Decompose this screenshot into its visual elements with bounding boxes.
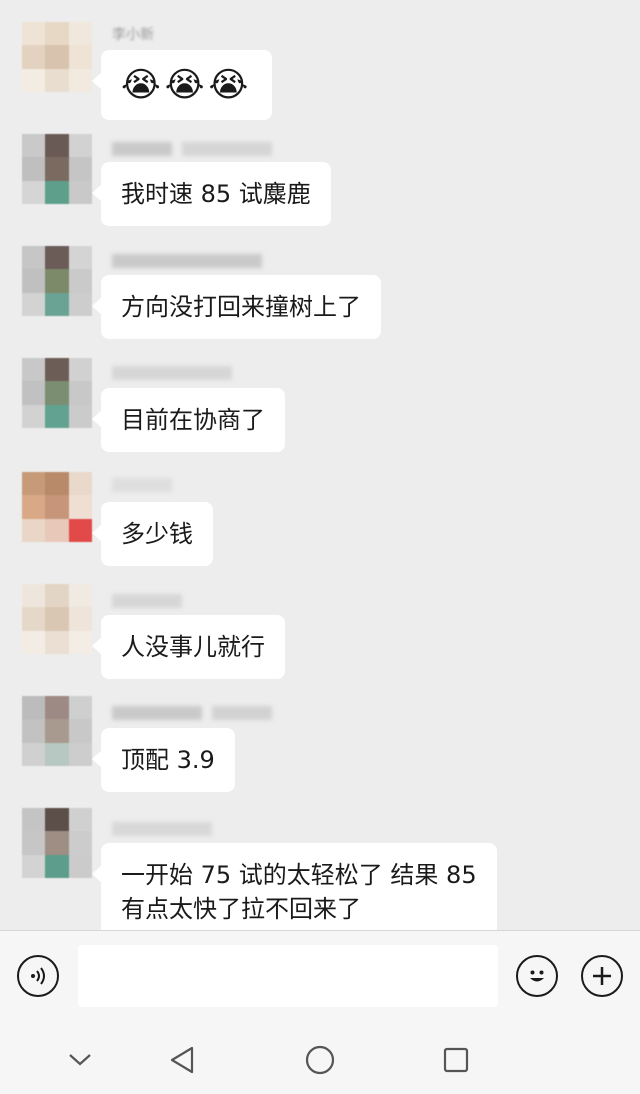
sender-name — [112, 138, 282, 160]
sender-name — [112, 362, 282, 384]
message-bubble[interactable]: 我时速 85 试麋鹿 — [92, 162, 331, 226]
message-input[interactable] — [78, 945, 498, 1007]
avatar[interactable] — [22, 246, 92, 316]
sender-name — [112, 818, 282, 840]
message-bubble[interactable]: 目前在协商了 — [92, 388, 285, 452]
message-bubble[interactable]: 😭😭😭 — [91, 50, 273, 120]
message-bubble[interactable]: 方向没打回来撞树上了 — [92, 275, 381, 339]
sender-name — [112, 702, 282, 724]
avatar[interactable] — [22, 22, 92, 92]
message-bubble[interactable]: 人没事儿就行 — [92, 615, 285, 679]
sender-name — [112, 590, 282, 612]
home-circle-icon[interactable] — [300, 1040, 340, 1080]
avatar[interactable] — [22, 696, 92, 766]
chat-message-list[interactable]: 李小新 😭😭😭 我时速 85 试麋鹿 方向没打回来撞树上了 目前在协商了 多少钱… — [0, 0, 640, 930]
message-bubble[interactable]: 一开始 75 试的太轻松了 结果 85 有点太快了拉不回来了 — [92, 843, 497, 930]
avatar[interactable] — [22, 808, 92, 878]
plus-icon[interactable] — [581, 955, 623, 997]
avatar[interactable] — [22, 472, 92, 542]
back-triangle-icon[interactable] — [162, 1040, 202, 1080]
avatar[interactable] — [22, 584, 92, 654]
voice-icon[interactable] — [17, 955, 59, 997]
message-bubble[interactable]: 多少钱 — [92, 502, 213, 566]
message-bubble[interactable]: 顶配 3.9 — [92, 728, 235, 792]
sender-name — [112, 250, 282, 272]
sender-name — [112, 474, 282, 496]
emoji-icon[interactable] — [516, 955, 558, 997]
system-nav-bar — [0, 1024, 640, 1094]
sender-name: 李小新 — [112, 27, 154, 43]
avatar[interactable] — [22, 134, 92, 204]
avatar[interactable] — [22, 358, 92, 428]
chevron-down-icon[interactable] — [60, 1040, 100, 1080]
recents-square-icon[interactable] — [436, 1040, 476, 1080]
message-composer — [0, 930, 640, 1025]
